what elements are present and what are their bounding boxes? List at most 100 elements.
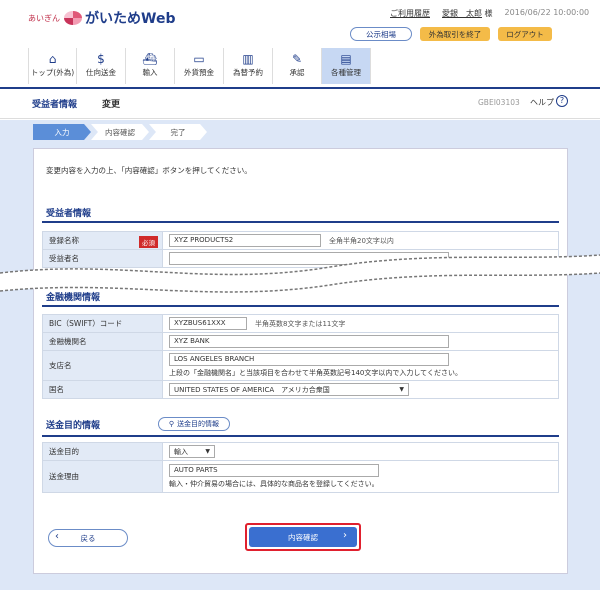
nav-forward[interactable]: ▥ 為替予約 bbox=[224, 48, 273, 84]
country-cell: UNITED STATES OF AMERICA アメリカ合衆国 bbox=[162, 380, 559, 399]
step-confirm: 内容確認 bbox=[91, 124, 149, 140]
swirl-logo-icon bbox=[64, 11, 82, 25]
bank-name-input[interactable]: XYZ BANK bbox=[169, 335, 449, 348]
bank-name-cell: XYZ BANK bbox=[162, 332, 559, 351]
progress-steps: 入力 内容確認 完了 bbox=[33, 124, 207, 140]
chevron-left-icon: ‹ bbox=[55, 531, 59, 542]
login-datetime: 2016/06/22 10:00:00 bbox=[504, 8, 590, 17]
history-link[interactable]: ご利用履歴 bbox=[390, 8, 430, 19]
wallet-icon: ▭ bbox=[193, 52, 205, 66]
search-icon: ⚲ bbox=[168, 420, 175, 428]
user-suffix: 様 bbox=[484, 9, 493, 18]
screen-id: GBEI03103 bbox=[478, 98, 520, 107]
bic-input[interactable]: XYZBUS61XXX bbox=[169, 317, 247, 330]
ship-icon: ⛴ bbox=[142, 52, 158, 66]
nav-approve[interactable]: ✎ 承認 bbox=[273, 48, 322, 84]
logo-name: がいためWeb bbox=[85, 11, 176, 27]
reason-cell: AUTO PARTS 輸入・仲介貿易の場合には、具体的な商品名を登録してください。 bbox=[162, 460, 559, 493]
reason-input[interactable]: AUTO PARTS bbox=[169, 464, 379, 477]
bank-table: BIC（SWIFT）コード XYZBUS61XXX 半角英数8文字または11文字 … bbox=[42, 314, 559, 399]
reason-label-cell: 送金理由 bbox=[42, 460, 163, 493]
table-row: 金融機関名 XYZ BANK bbox=[42, 332, 559, 351]
purpose-section-title: 送金目的情報 bbox=[46, 421, 101, 431]
nav-label: 為替予約 bbox=[233, 68, 263, 77]
header: あいぎん がいためWeb ご利用履歴 愛銀 太郎 様 2016/06/22 10… bbox=[0, 0, 600, 88]
nav-top[interactable]: ⌂ トップ(外為) bbox=[28, 48, 77, 84]
branch-input[interactable]: LOS ANGELES BRANCH bbox=[169, 353, 449, 366]
reason-label: 送金理由 bbox=[49, 472, 79, 481]
purpose-label: 送金目的 bbox=[49, 447, 79, 456]
bic-cell: XYZBUS61XXX 半角英数8文字または11文字 bbox=[162, 314, 559, 333]
global-nav: ⌂ トップ(外為) $ 仕向送金 ⛴ 輸入 ▭ 外貨預金 ▥ 為替予約 ✎ 承認 ▤ 各種管理 bbox=[28, 48, 371, 84]
confirm-button[interactable]: 内容確認 › bbox=[249, 527, 357, 547]
help-icon[interactable]: ? bbox=[556, 95, 568, 107]
back-button[interactable]: ‹ 戻る bbox=[48, 529, 128, 547]
user-info: 愛銀 太郎 様 bbox=[442, 8, 493, 19]
logo-prefix: あいぎん bbox=[28, 13, 60, 23]
purpose-info-label: 送金目的情報 bbox=[177, 420, 220, 428]
nav-label: 各種管理 bbox=[331, 68, 361, 77]
manage-icon: ▤ bbox=[340, 52, 352, 66]
table-row: 国名 UNITED STATES OF AMERICA アメリカ合衆国 bbox=[42, 380, 559, 399]
step-complete: 完了 bbox=[149, 124, 207, 140]
purpose-select[interactable]: 輸入 bbox=[169, 445, 215, 458]
bank-name-label-cell: 金融機関名 bbox=[42, 332, 163, 351]
help-link[interactable]: ヘルプ bbox=[530, 97, 554, 108]
back-label: 戻る bbox=[80, 533, 96, 543]
purpose-cell: 輸入 bbox=[162, 442, 559, 461]
nav-manage[interactable]: ▤ 各種管理 bbox=[322, 48, 371, 84]
approve-icon: ✎ bbox=[291, 52, 303, 66]
nav-label: 輸入 bbox=[142, 68, 158, 77]
instruction-text: 変更内容を入力の上、「内容確認」ボタンを押してください。 bbox=[46, 166, 252, 175]
nav-label: 仕向送金 bbox=[86, 68, 116, 77]
section-rule bbox=[42, 221, 559, 223]
user-name[interactable]: 愛銀 太郎 bbox=[442, 9, 482, 18]
home-icon: ⌂ bbox=[48, 52, 57, 66]
bic-hint: 半角英数8文字または11文字 bbox=[255, 319, 346, 328]
confirm-label: 内容確認 bbox=[288, 532, 318, 542]
purpose-table: 送金目的 輸入 送金理由 AUTO PARTS 輸入・仲介貿易の場合には、具体的な… bbox=[42, 442, 559, 493]
top-links: ご利用履歴 愛銀 太郎 様 2016/06/22 10:00:00 bbox=[390, 8, 589, 19]
section-rule bbox=[42, 435, 559, 437]
page-subtitle: 変更 bbox=[102, 100, 121, 110]
chart-icon: ▥ bbox=[242, 52, 254, 66]
coins-icon: $ bbox=[97, 52, 105, 66]
table-row: 支店名 LOS ANGELES BRANCH 上段の「金融機関名」と当該項目を合わ… bbox=[42, 350, 559, 381]
beneficiary-section-title: 受益者情報 bbox=[46, 209, 92, 219]
nav-label: 外貨預金 bbox=[184, 68, 214, 77]
branch-label-cell: 支店名 bbox=[42, 350, 163, 381]
form-card: 変更内容を入力の上、「内容確認」ボタンを押してください。 受益者情報 登録名称必… bbox=[33, 148, 568, 574]
nav-label: トップ(外為) bbox=[30, 68, 75, 77]
country-select[interactable]: UNITED STATES OF AMERICA アメリカ合衆国 bbox=[169, 383, 409, 396]
omission-tear bbox=[0, 254, 600, 293]
purpose-label-cell: 送金目的 bbox=[42, 442, 163, 461]
table-row: BIC（SWIFT）コード XYZBUS61XXX 半角英数8文字または11文字 bbox=[42, 314, 559, 333]
logout-button[interactable]: ログアウト bbox=[498, 27, 552, 41]
rates-button[interactable]: 公示相場 bbox=[350, 27, 412, 41]
country-label-cell: 国名 bbox=[42, 380, 163, 399]
table-row: 送金理由 AUTO PARTS 輸入・仲介貿易の場合には、具体的な商品名を登録して… bbox=[42, 460, 559, 493]
bic-label: BIC（SWIFT）コード bbox=[49, 319, 123, 328]
branch-note: 上段の「金融機関名」と当該項目を合わせて半角英数記号140文字以内で入力してくだ… bbox=[169, 369, 462, 377]
branch-label: 支店名 bbox=[49, 361, 72, 370]
chevron-right-icon: › bbox=[343, 530, 347, 541]
section-rule bbox=[42, 305, 559, 307]
confirm-highlight: 内容確認 › bbox=[245, 523, 361, 551]
purpose-info-button[interactable]: ⚲ 送金目的情報 bbox=[158, 417, 230, 431]
country-label: 国名 bbox=[49, 385, 64, 394]
nav-remittance[interactable]: $ 仕向送金 bbox=[77, 48, 126, 84]
bic-label-cell: BIC（SWIFT）コード bbox=[42, 314, 163, 333]
bank-logo[interactable]: あいぎん がいためWeb bbox=[28, 8, 175, 28]
nav-import[interactable]: ⛴ 輸入 bbox=[126, 48, 175, 84]
title-bar: 受益者情報 変更 GBEI03103 ヘルプ ? bbox=[0, 89, 600, 119]
table-row: 送金目的 輸入 bbox=[42, 442, 559, 461]
end-fx-button[interactable]: 外為取引を終了 bbox=[420, 27, 490, 41]
reason-note: 輸入・仲介貿易の場合には、具体的な商品名を登録してください。 bbox=[169, 480, 379, 488]
page-title: 受益者情報 bbox=[32, 100, 78, 110]
bank-name-label: 金融機関名 bbox=[49, 337, 87, 346]
header-buttons: 公示相場 外為取引を終了 ログアウト bbox=[350, 27, 560, 41]
nav-label: 承認 bbox=[289, 68, 305, 77]
step-input: 入力 bbox=[33, 124, 91, 140]
nav-deposit[interactable]: ▭ 外貨預金 bbox=[175, 48, 224, 84]
branch-cell: LOS ANGELES BRANCH 上段の「金融機関名」と当該項目を合わせて半角… bbox=[162, 350, 559, 381]
